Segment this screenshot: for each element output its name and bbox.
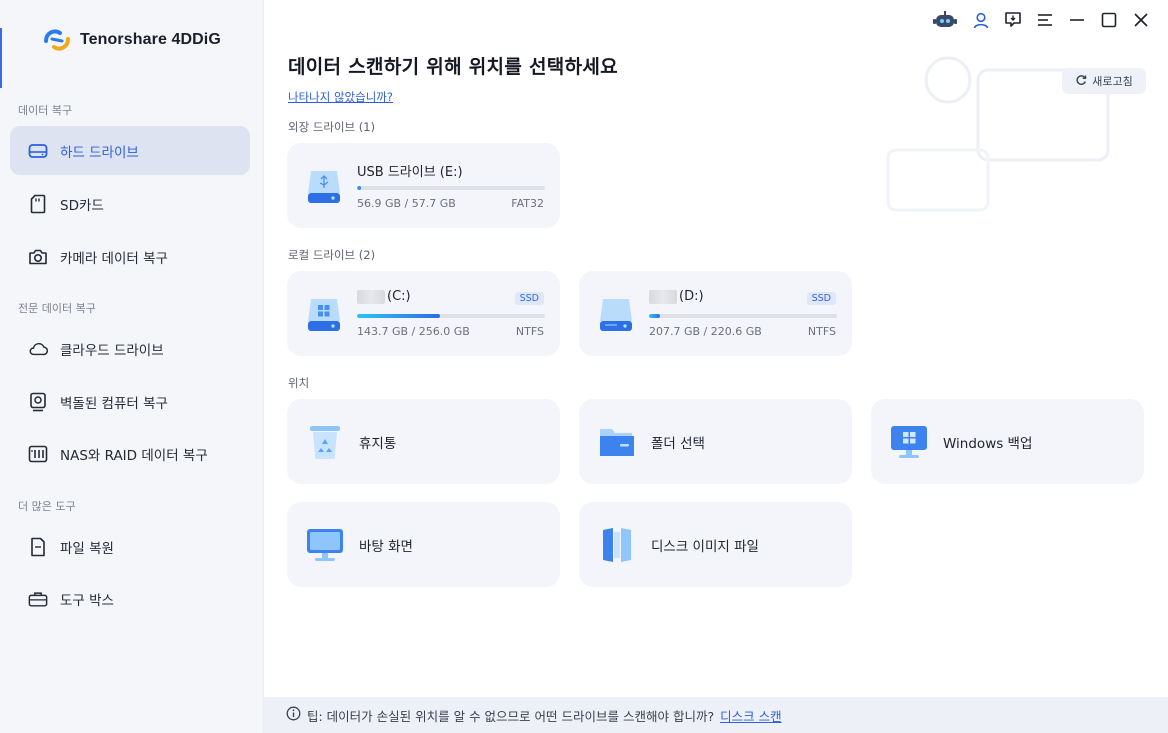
sidebar-item-label: 클라우드 드라이브 [60, 342, 164, 359]
external-drives-title: 외장 드라이브 (1) [288, 120, 376, 134]
windows-drive-icon [305, 295, 343, 335]
drive-usage-fill [357, 314, 440, 318]
feedback-icon[interactable] [1004, 10, 1022, 30]
sd-card-icon [28, 194, 48, 214]
sidebar-item-toolbox[interactable]: 도구 박스 [10, 574, 250, 623]
ssd-badge: SSD [806, 292, 836, 305]
location-recycle-bin[interactable]: 휴지통 [287, 399, 560, 484]
drive-usage-bar [649, 314, 837, 318]
page-title: 데이터 스캔하기 위해 위치를 선택하세요 [288, 56, 618, 78]
drive-card-usb-e[interactable]: USB 드라이브 (E:) 56.9 GB / 57.7 GB FAT32 [287, 143, 560, 228]
drive-name-row: (D:) [649, 289, 704, 304]
camera-icon [28, 247, 48, 267]
location-select-folder[interactable]: 폴더 선택 [579, 399, 852, 484]
app-name: Tenorshare 4DDiG [80, 31, 221, 48]
drive-card-d[interactable]: (D:) SSD 207.7 GB / 220.6 GB NTFS [579, 271, 852, 356]
robot-assistant-icon[interactable] [932, 10, 958, 30]
refresh-button[interactable]: 새로고침 [1062, 68, 1146, 94]
sidebar-item-cloud-drive[interactable]: 클라우드 드라이브 [10, 324, 250, 373]
section-title-data-recovery: 데이터 복구 [18, 104, 73, 117]
usb-drive-icon [305, 167, 343, 207]
sidebar-item-label: 도구 박스 [60, 592, 114, 609]
sidebar-item-file-repair[interactable]: 파일 복원 [10, 522, 250, 571]
location-desktop[interactable]: 바탕 화면 [287, 502, 560, 587]
section-title-pro-recovery: 전문 데이터 복구 [18, 302, 96, 315]
location-label: 디스크 이미지 파일 [651, 538, 759, 555]
drive-name: (C:) [387, 289, 411, 304]
drive-label-blurred [357, 289, 385, 304]
location-label: 휴지통 [359, 435, 397, 452]
sidebar-item-sd-card[interactable]: SD카드 [10, 179, 250, 228]
sidebar-item-hard-drive[interactable]: 하드 드라이브 [10, 126, 250, 175]
drive-filesystem: NTFS [807, 325, 836, 338]
refresh-icon [1075, 74, 1087, 89]
menu-icon[interactable] [1036, 10, 1054, 30]
disk-scan-link[interactable]: 디스크 스캔 [720, 706, 781, 725]
windows-backup-icon [889, 422, 929, 462]
not-shown-link[interactable]: 나타나지 않았습니까? [288, 89, 393, 105]
drive-size: 207.7 GB / 220.6 GB [649, 325, 762, 338]
drive-filesystem: NTFS [515, 325, 544, 338]
drive-name: USB 드라이브 (E:) [357, 165, 463, 180]
app-logo: Tenorshare 4DDiG [42, 27, 221, 53]
locations-title: 위치 [288, 376, 310, 390]
sidebar-accent-edge [0, 28, 2, 88]
sidebar-item-camera[interactable]: 카메라 데이터 복구 [10, 232, 250, 281]
refresh-label: 새로고침 [1092, 75, 1133, 88]
sidebar-item-label: 벽돌된 컴퓨터 복구 [60, 395, 168, 412]
drive-card-c[interactable]: (C:) SSD 143.7 GB / 256.0 GB NTFS [287, 271, 560, 356]
cloud-icon [28, 339, 48, 359]
sidebar-item-label: SD카드 [60, 197, 104, 214]
location-windows-backup[interactable]: Windows 백업 [871, 399, 1144, 484]
hard-disk-icon [597, 295, 635, 335]
drive-usage-bar [357, 186, 545, 190]
section-title-more-tools: 더 많은 도구 [18, 500, 76, 513]
local-drives-title: 로컬 드라이브 (2) [288, 248, 376, 262]
drive-usage-fill [357, 186, 361, 190]
bricked-pc-icon [28, 392, 48, 412]
toolbox-icon [28, 589, 48, 609]
drive-usage-fill [649, 314, 661, 318]
nas-raid-icon [28, 444, 48, 464]
drive-name: (D:) [679, 289, 704, 304]
tip-text: 팁: 데이터가 손실된 위치를 알 수 없으므로 어떤 드라이브를 스캔해야 합… [307, 708, 715, 724]
sidebar-item-label: 파일 복원 [60, 540, 114, 557]
drive-size: 143.7 GB / 256.0 GB [357, 325, 470, 338]
folder-icon [597, 422, 637, 462]
location-label: 바탕 화면 [359, 538, 413, 555]
recycle-bin-icon [305, 422, 345, 462]
drive-name-row: (C:) [357, 289, 411, 304]
sidebar-item-label: 카메라 데이터 복구 [60, 250, 168, 267]
account-icon[interactable] [972, 10, 990, 30]
drive-usage-bar [357, 314, 545, 318]
desktop-icon [305, 525, 345, 565]
sidebar-item-nas-raid[interactable]: NAS와 RAID 데이터 복구 [10, 429, 250, 478]
disk-image-icon [597, 525, 637, 565]
close-icon[interactable] [1132, 10, 1150, 30]
drive-size: 56.9 GB / 57.7 GB [357, 197, 456, 210]
drive-filesystem: FAT32 [511, 197, 544, 210]
info-icon [286, 706, 301, 724]
logo-icon [42, 27, 72, 53]
location-disk-image[interactable]: 디스크 이미지 파일 [579, 502, 852, 587]
location-label: Windows 백업 [943, 435, 1033, 452]
maximize-icon[interactable] [1100, 10, 1118, 30]
main-panel: 데이터 스캔하기 위해 위치를 선택하세요 나타나지 않았습니까? 새로고침 외… [264, 0, 1168, 733]
sidebar-item-label: 하드 드라이브 [60, 144, 139, 161]
minimize-icon[interactable] [1068, 10, 1086, 30]
hard-drive-icon [28, 141, 48, 161]
window-titlebar [932, 10, 1150, 30]
tip-bar: 팁: 데이터가 손실된 위치를 알 수 없으므로 어떤 드라이브를 스캔해야 합… [264, 697, 1168, 733]
drive-label-blurred [649, 289, 677, 304]
ssd-badge: SSD [514, 292, 544, 305]
sidebar: Tenorshare 4DDiG 데이터 복구 하드 드라이브 SD카드 카메라… [0, 0, 264, 733]
sidebar-item-label: NAS와 RAID 데이터 복구 [60, 447, 208, 464]
location-label: 폴더 선택 [651, 435, 705, 452]
sidebar-item-bricked-pc[interactable]: 벽돌된 컴퓨터 복구 [10, 377, 250, 426]
file-icon [28, 537, 48, 557]
